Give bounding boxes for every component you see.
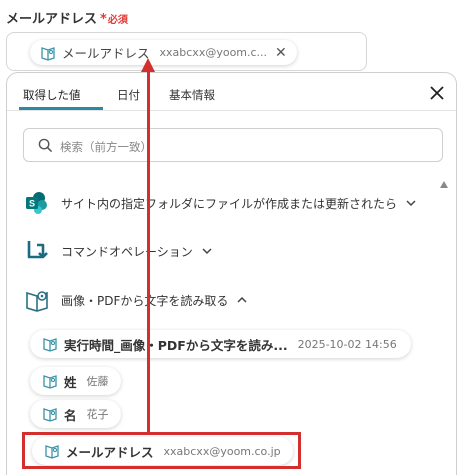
- svg-text:S: S: [29, 199, 35, 209]
- ocr-icon: [43, 375, 57, 389]
- item-name: 姓: [64, 374, 77, 390]
- item-value: 2025-10-02 14:56: [297, 337, 397, 351]
- tab-basic-info[interactable]: 基本情報: [169, 87, 215, 103]
- chevron-down-icon: [406, 200, 416, 207]
- item-name: 名: [64, 407, 77, 423]
- selected-value-chip[interactable]: メールアドレス xxabcxx@yoom.c... ✕: [30, 40, 297, 65]
- list-item[interactable]: 名 花子: [30, 400, 121, 428]
- annotation-arrow-head: [141, 58, 155, 72]
- chip-name: メールアドレス: [62, 46, 150, 61]
- tab-date[interactable]: 日付: [117, 87, 140, 103]
- chip-value: xxabcxx@yoom.c...: [159, 46, 268, 59]
- search-placeholder: 検索（前方一致）: [60, 140, 152, 154]
- section-ocr[interactable]: 画像・PDFから文字を読み取る: [25, 288, 248, 312]
- search-input[interactable]: 検索（前方一致）: [23, 128, 443, 162]
- active-tab-indicator: [19, 107, 103, 110]
- command-icon: [27, 241, 48, 259]
- chip-clear-icon[interactable]: ✕: [275, 45, 287, 61]
- section-sharepoint[interactable]: S サイト内の指定フォルダにファイルが作成または更新されたら: [25, 191, 417, 215]
- ocr-icon: [43, 338, 57, 352]
- item-value: 佐藤: [86, 375, 109, 388]
- field-label: メールアドレス *必須: [6, 8, 128, 27]
- section-title-command: コマンドオペレーション: [61, 244, 193, 259]
- close-icon[interactable]: [429, 85, 445, 101]
- annotation-arrow-shaft: [147, 66, 150, 433]
- list-item[interactable]: 実行時間_画像・PDFから文字を読み... 2025-10-02 14:56: [30, 330, 411, 358]
- section-command[interactable]: コマンドオペレーション: [25, 239, 213, 263]
- chevron-up-icon: [237, 296, 247, 303]
- item-value: 花子: [86, 408, 109, 421]
- ocr-icon: [26, 291, 48, 312]
- sharepoint-icon: S: [26, 192, 47, 214]
- required-asterisk: *: [100, 12, 107, 27]
- tab-bar: 取得した値 日付 基本情報: [7, 73, 456, 111]
- search-icon: [38, 138, 53, 153]
- scroll-up-arrow[interactable]: [440, 181, 448, 188]
- tab-acquired-values[interactable]: 取得した値: [23, 87, 81, 103]
- field-label-text: メールアドレス: [6, 12, 98, 27]
- highlight-box: [22, 432, 301, 469]
- section-title-ocr: 画像・PDFから文字を読み取る: [61, 293, 229, 308]
- item-name: 実行時間_画像・PDFから文字を読み...: [64, 337, 288, 353]
- ocr-icon: [41, 46, 55, 61]
- chevron-down-icon: [202, 248, 212, 255]
- list-item[interactable]: 姓 佐藤: [30, 367, 121, 395]
- ocr-icon: [43, 408, 57, 422]
- section-title-sharepoint: サイト内の指定フォルダにファイルが作成または更新されたら: [61, 196, 398, 211]
- required-badge: 必須: [107, 15, 128, 26]
